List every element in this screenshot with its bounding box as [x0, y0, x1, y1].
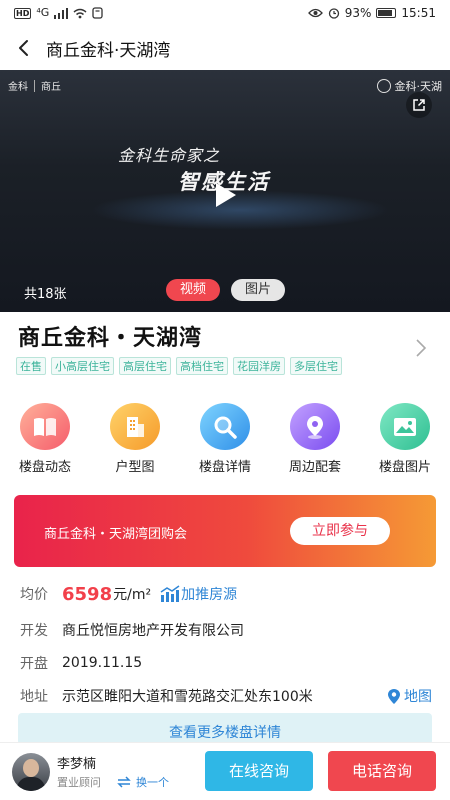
phone-consult-button[interactable]: 电话咨询 — [328, 751, 436, 791]
eye-icon — [307, 8, 323, 18]
switch-agent-button[interactable]: 换一个 — [116, 774, 169, 790]
address-value: 示范区睢阳大道和雪苑路交汇处东100米 — [62, 689, 313, 705]
quick-link-label: 周边配套 — [288, 460, 341, 475]
join-now-button[interactable]: 立即参与 — [290, 517, 390, 545]
avatar-head — [23, 759, 39, 777]
price-value: 6598 — [62, 583, 113, 605]
media-hero[interactable]: 金科 商丘 金科·天湖 金科生命家之 智感生活 共18张 视频 图片 — [0, 70, 450, 312]
quick-link-photos[interactable]: 楼盘图片 — [360, 403, 450, 475]
building-icon — [110, 403, 160, 450]
signal-bars-icon — [54, 7, 69, 19]
quick-link-label: 楼盘详情 — [198, 460, 251, 475]
play-button[interactable] — [204, 174, 246, 216]
address-label: 地址 — [20, 689, 48, 705]
chevron-right-icon[interactable] — [414, 338, 428, 358]
bar-chart-icon — [160, 585, 180, 602]
status-bar-left: HD ⁴G — [14, 7, 103, 19]
tag-status: 在售 — [16, 357, 46, 375]
promo-link-label: 加推房源 — [181, 587, 238, 603]
battery-percent: 93% — [344, 6, 372, 20]
location-pin-icon — [388, 688, 400, 704]
tab-image[interactable]: 图片 — [231, 279, 285, 301]
clock: 15:51 — [401, 6, 436, 20]
address-row: 地址 示范区睢阳大道和雪苑路交汇处东100米 地图 — [20, 685, 440, 707]
map-link[interactable]: 地图 — [387, 686, 432, 706]
quick-link-label: 户型图 — [115, 460, 155, 475]
magnifier-icon — [200, 403, 250, 450]
promo-link[interactable]: 加推房源 — [159, 584, 237, 604]
tag-type: 高层住宅 — [119, 357, 171, 375]
status-bar: HD ⁴G 93% 15:51 — [0, 0, 450, 26]
developer-label: 开发 — [20, 623, 48, 639]
opening-value: 2019.11.15 — [62, 655, 143, 671]
avatar-body — [17, 777, 45, 791]
price-unit: 元/m² — [113, 587, 152, 603]
quick-link-surroundings[interactable]: 周边配套 — [270, 403, 360, 475]
hero-slogan-line1: 金科生命家之 — [118, 146, 221, 165]
wifi-icon — [73, 8, 87, 18]
book-icon — [20, 403, 70, 450]
quick-link-floorplan[interactable]: 户型图 — [90, 403, 180, 475]
battery-icon — [376, 8, 397, 18]
nav-bar: 商丘金科·天湖湾 — [0, 26, 450, 70]
tag-type: 花园洋房 — [233, 357, 285, 375]
battery-level-fill — [378, 10, 393, 16]
quick-link-details[interactable]: 楼盘详情 — [180, 403, 270, 475]
brand-separator — [34, 79, 35, 92]
brand-left-city: 商丘 — [41, 82, 61, 93]
location-pin-icon — [290, 403, 340, 450]
avatar[interactable] — [12, 753, 50, 791]
tab-video[interactable]: 视频 — [166, 279, 220, 301]
swap-icon — [117, 776, 131, 788]
brand-left-name: 金科 — [8, 82, 28, 93]
photo-count: 共18张 — [24, 287, 67, 302]
quick-link-label: 楼盘图片 — [378, 460, 431, 475]
quick-link-label: 楼盘动态 — [18, 460, 71, 475]
page-title: 商丘金科·天湖湾 — [46, 40, 171, 61]
chevron-left-icon — [19, 40, 28, 56]
quick-links: 楼盘动态 户型图 楼盘详情 周边配套 楼盘图片 — [0, 403, 450, 475]
switch-agent-label: 换一个 — [136, 776, 169, 789]
play-icon — [216, 183, 236, 207]
developer-row: 开发 商丘悦恒房地产开发有限公司 — [20, 619, 440, 641]
quick-link-news[interactable]: 楼盘动态 — [0, 403, 90, 475]
tag-type: 高档住宅 — [176, 357, 228, 375]
brand-logo-right: 金科·天湖 — [376, 78, 442, 94]
notification-icon — [92, 7, 103, 19]
project-name: 商丘金科・天湖湾 — [18, 326, 203, 351]
online-consult-button[interactable]: 在线咨询 — [205, 751, 313, 791]
price-row: 均价 6598 元/m² 加推房源 — [20, 583, 440, 605]
bottom-bar: 李梦楠 置业顾问 换一个 在线咨询 电话咨询 — [0, 742, 450, 800]
banner-text: 商丘金科・天湖湾团购会 — [44, 527, 188, 542]
tag-type: 小高层住宅 — [51, 357, 114, 375]
project-tags: 在售 小高层住宅 高层住宅 高档住宅 花园洋房 多层住宅 — [16, 357, 342, 375]
brand-circle-icon — [376, 79, 391, 93]
group-buy-banner[interactable]: 商丘金科・天湖湾团购会 立即参与 — [14, 495, 436, 567]
alarm-icon — [328, 8, 339, 19]
back-button[interactable] — [0, 26, 46, 70]
agent-name: 李梦楠 — [57, 757, 97, 772]
status-bar-right: 93% 15:51 — [307, 6, 436, 20]
tag-type: 多层住宅 — [290, 357, 342, 375]
opening-label: 开盘 — [20, 656, 48, 672]
hd-badge: HD — [14, 7, 32, 19]
signal-icon: ⁴G — [36, 6, 50, 19]
share-icon — [413, 99, 425, 111]
more-details-button[interactable]: 查看更多楼盘详情 — [18, 713, 432, 745]
brand-logo-left: 金科 商丘 — [8, 78, 61, 93]
agent-role: 置业顾问 — [57, 776, 101, 789]
developer-value: 商丘悦恒房地产开发有限公司 — [62, 623, 244, 639]
price-label: 均价 — [20, 587, 48, 603]
opening-row: 开盘 2019.11.15 — [20, 652, 440, 674]
picture-icon — [380, 403, 430, 450]
share-button[interactable] — [406, 92, 432, 118]
map-link-label: 地图 — [404, 689, 432, 705]
